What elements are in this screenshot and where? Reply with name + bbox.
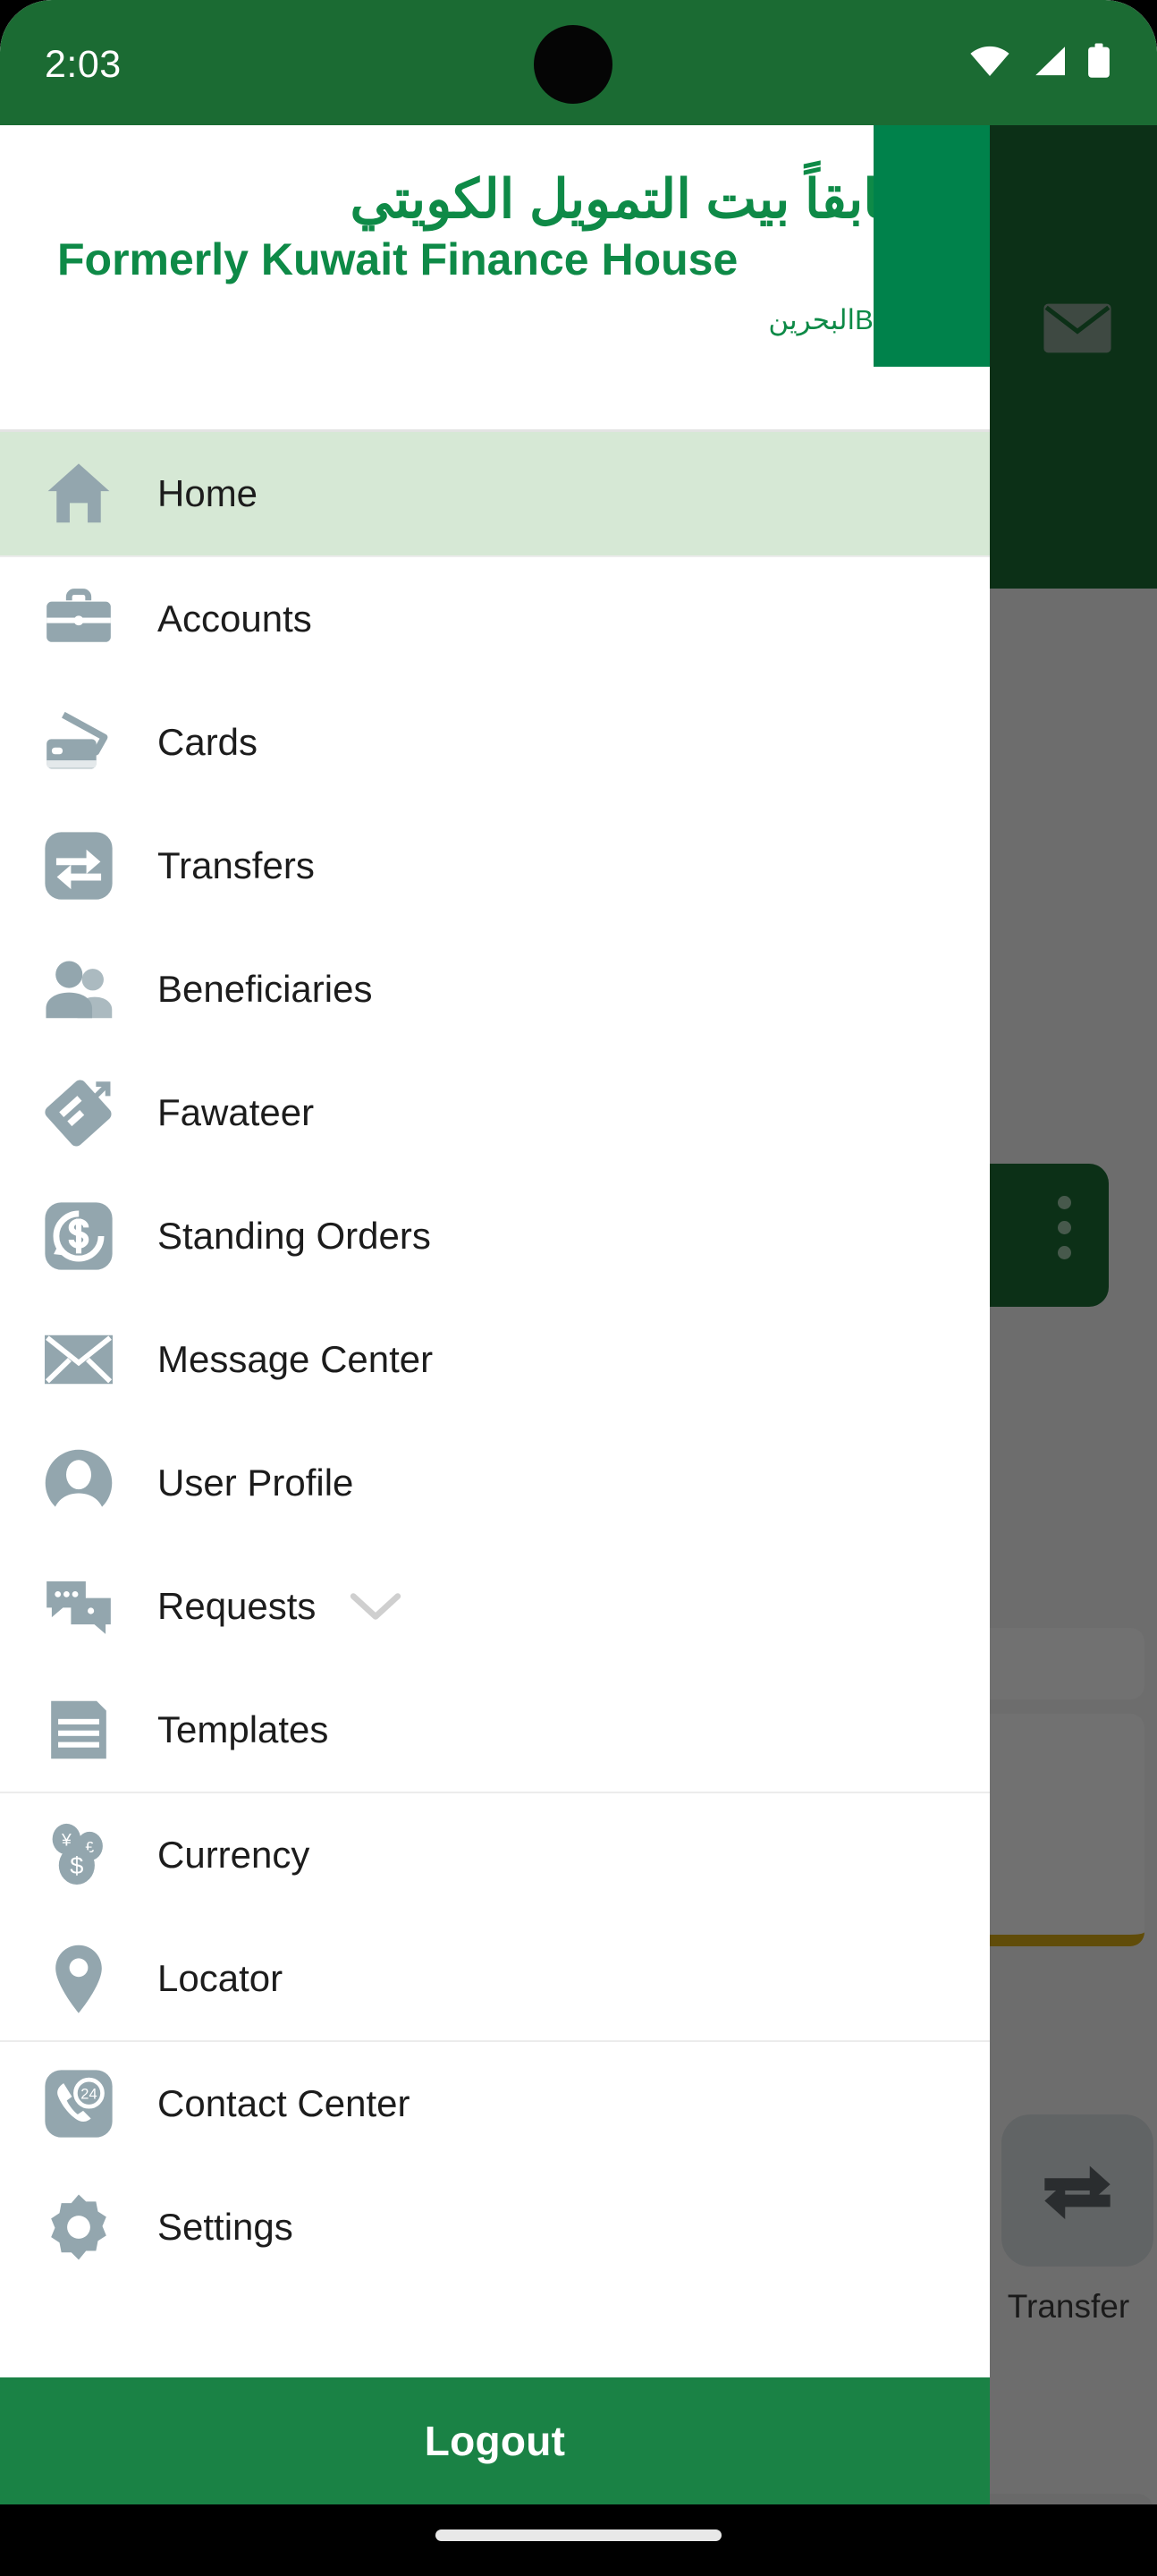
- drawer-item-label: Home: [157, 472, 258, 514]
- drawer-nav-group: 24 Contact Center Settings: [0, 2042, 990, 2289]
- phone-screen: Transfer: [0, 0, 1157, 2504]
- drawer-nav-groups: Home Accounts Cards Transfers Beneficiaries F…: [0, 432, 990, 2289]
- cellular-signal-icon: [1030, 45, 1068, 81]
- svg-text:¥: ¥: [61, 1831, 72, 1851]
- drawer-item-label: Fawateer: [157, 1091, 315, 1133]
- transfer-arrows-icon: [38, 825, 120, 907]
- drawer-item-label: Message Center: [157, 1338, 434, 1380]
- drawer-item-label: Cards: [157, 721, 258, 763]
- drawer-item-label: Beneficiaries: [157, 968, 373, 1010]
- svg-text:$: $: [70, 1852, 83, 1879]
- people-icon: [38, 948, 120, 1030]
- briefcase-icon: [38, 578, 120, 660]
- drawer-item-fawateer[interactable]: Fawateer: [0, 1051, 990, 1174]
- brand-accent-block: [874, 125, 990, 367]
- currency-coins-icon: ¥ £ $: [38, 1814, 120, 1896]
- status-bar-clock: 2:03: [45, 43, 122, 86]
- logout-button[interactable]: Logout: [0, 2377, 990, 2504]
- brand-region-line: البحرينBahrain: [27, 304, 963, 336]
- phone-24-icon: 24: [38, 2063, 120, 2145]
- svg-text:24: 24: [80, 2086, 97, 2102]
- drawer-item-contact-center[interactable]: 24 Contact Center: [0, 2042, 990, 2165]
- wifi-icon: [969, 45, 1010, 81]
- android-gesture-nav-bar: [0, 2504, 1157, 2576]
- credit-card-icon: [38, 701, 120, 784]
- drawer-item-requests[interactable]: Requests: [0, 1545, 990, 1668]
- envelope-icon: [38, 1318, 120, 1401]
- drawer-item-message-center[interactable]: Message Center: [0, 1298, 990, 1421]
- brand-arabic-title: ســابقاً بيت التمويل الكويتي: [350, 169, 956, 229]
- drawer-item-label: Accounts: [157, 597, 312, 640]
- drawer-item-home[interactable]: Home: [0, 432, 990, 555]
- drawer-item-transfers[interactable]: Transfers: [0, 804, 990, 928]
- chevron-down-icon[interactable]: [348, 1589, 403, 1624]
- document-lines-icon: [38, 1689, 120, 1771]
- drawer-item-accounts[interactable]: Accounts: [0, 557, 990, 681]
- drawer-item-templates[interactable]: Templates: [0, 1668, 990, 1792]
- drawer-item-label: Contact Center: [157, 2082, 410, 2124]
- drawer-item-cards[interactable]: Cards: [0, 681, 990, 804]
- drawer-item-label: Standing Orders: [157, 1215, 431, 1257]
- drawer-item-label: User Profile: [157, 1462, 354, 1504]
- chat-bubbles-icon: [38, 1565, 120, 1648]
- status-bar-icons: [969, 43, 1111, 83]
- drawer-item-label: Currency: [157, 1834, 310, 1876]
- battery-icon: [1087, 43, 1111, 83]
- drawer-item-settings[interactable]: Settings: [0, 2165, 990, 2289]
- brand-logo-block: ســابقاً بيت التمويل الكويتي Formerly Ku…: [0, 125, 990, 429]
- drawer-nav-group: ¥ £ $ Currency Locator: [0, 1793, 990, 2040]
- fawateer-diamond-icon: [38, 1072, 120, 1154]
- drawer-item-locator[interactable]: Locator: [0, 1917, 990, 2040]
- gear-icon: [38, 2186, 120, 2268]
- drawer-item-label: Transfers: [157, 844, 315, 886]
- user-avatar-icon: [38, 1442, 120, 1524]
- gesture-home-pill[interactable]: [435, 2529, 722, 2541]
- drawer-item-standing-orders[interactable]: Standing Orders: [0, 1174, 990, 1298]
- drawer-scroll-area[interactable]: ســابقاً بيت التمويل الكويتي Formerly Ku…: [0, 125, 990, 2377]
- home-icon: [38, 453, 120, 535]
- drawer-item-currency[interactable]: ¥ £ $ Currency: [0, 1793, 990, 1917]
- drawer-item-label: Locator: [157, 1957, 283, 1999]
- drawer-item-label: Requests: [157, 1585, 317, 1627]
- navigation-drawer: ســابقاً بيت التمويل الكويتي Formerly Ku…: [0, 125, 990, 2504]
- drawer-item-label: Templates: [157, 1708, 329, 1750]
- brand-english-title: Formerly Kuwait Finance House: [57, 234, 739, 284]
- logout-label: Logout: [424, 2418, 566, 2464]
- drawer-item-user-profile[interactable]: User Profile: [0, 1421, 990, 1545]
- android-status-bar: 2:03: [0, 0, 1157, 125]
- camera-punch-hole: [534, 25, 612, 104]
- drawer-nav-group: Home: [0, 432, 990, 555]
- drawer-item-beneficiaries[interactable]: Beneficiaries: [0, 928, 990, 1051]
- map-pin-icon: [38, 1937, 120, 2020]
- brand-region-arabic: البحرين: [768, 304, 856, 335]
- recurring-dollar-icon: [38, 1195, 120, 1277]
- phone-frame: Transfer: [0, 0, 1157, 2576]
- drawer-item-label: Settings: [157, 2206, 293, 2248]
- drawer-nav-group: Accounts Cards Transfers Beneficiaries Fawat…: [0, 557, 990, 1792]
